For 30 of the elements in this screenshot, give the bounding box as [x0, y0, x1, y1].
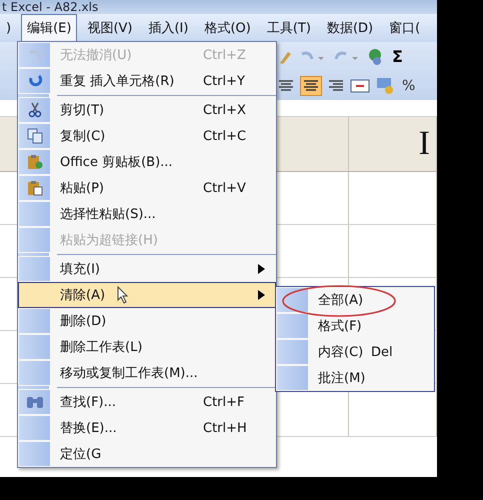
menu-item[interactable]: 替换(E)... Ctrl+H [18, 415, 276, 441]
menu-item[interactable]: 定位(G [18, 441, 276, 467]
menu-item[interactable]: 清除(A) [18, 282, 276, 308]
menu-item[interactable]: 填充(I) [18, 256, 276, 282]
menu-item[interactable]: 复制(C) Ctrl+C [18, 123, 276, 149]
menu-bar-item[interactable]: 数据(D) [320, 14, 380, 42]
menu-item[interactable]: Office 剪贴板(B)... [18, 149, 276, 175]
menu-bar-item[interactable]: 窗口( [383, 14, 426, 42]
menu-item[interactable]: 剪切(T) Ctrl+X [18, 97, 276, 123]
menu-bar-item[interactable]: 视图(V) [81, 14, 138, 42]
window-title: t Excel - A82.xls [1, 0, 98, 14]
menu-bar-item[interactable]: ) [0, 16, 18, 40]
menu-item[interactable]: 格式(F) [276, 313, 434, 339]
menu-item[interactable]: 删除工作表(L) [18, 334, 276, 360]
menu-item[interactable]: 删除(D) [18, 308, 276, 334]
menu-item[interactable]: 选择性粘贴(S)... [18, 201, 276, 227]
menu-item[interactable]: 内容(C) Del [276, 339, 434, 365]
menu-bar-item[interactable]: 格式(O) [198, 14, 257, 42]
menu-bar-item[interactable]: 插入(I) [142, 14, 194, 42]
autosum-button[interactable]: Σ [392, 47, 403, 66]
menu-item[interactable]: 移动或复制工作表(M)... [18, 360, 276, 386]
menu-item[interactable]: 全部(A) [276, 287, 434, 313]
percent-button[interactable]: % [402, 78, 416, 94]
menu-bar-item[interactable]: 编辑(E) [21, 14, 78, 42]
column-header-text: I [418, 125, 430, 163]
menu-item[interactable]: 粘贴(P) Ctrl+V [18, 175, 276, 201]
menu-item[interactable]: 批注(M) [276, 365, 434, 391]
menu-bar-item[interactable]: 工具(T) [260, 14, 317, 42]
menu-item[interactable]: 查找(F)... Ctrl+F [18, 389, 276, 415]
menu-item[interactable]: 重复 插入单元格(R) Ctrl+Y [18, 68, 276, 94]
